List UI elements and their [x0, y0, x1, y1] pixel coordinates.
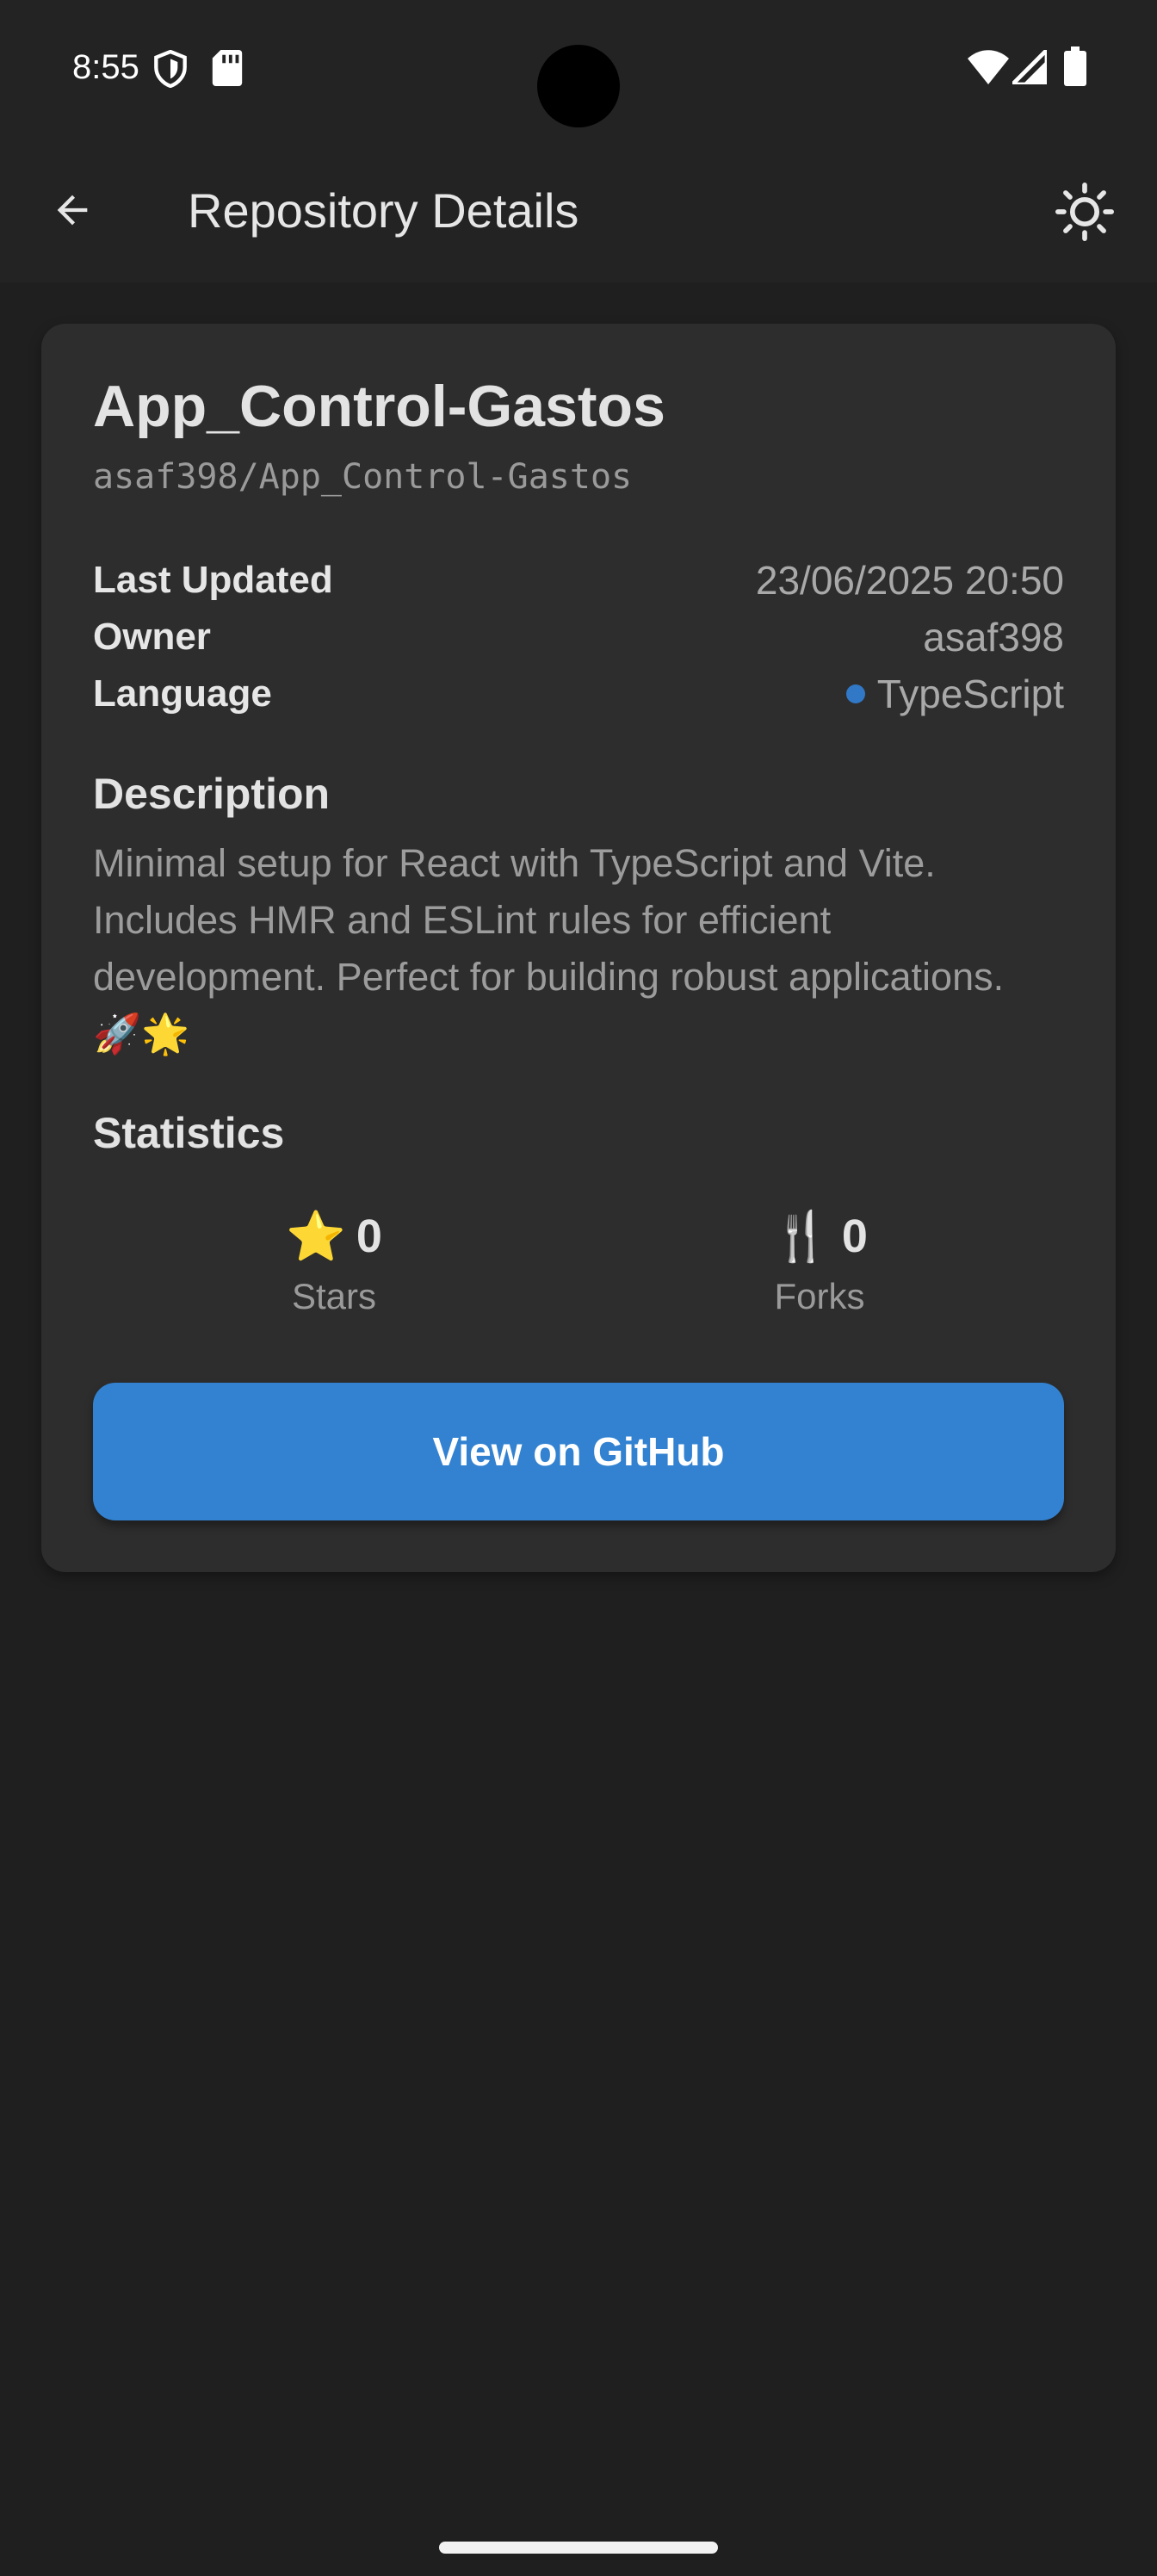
- view-on-github-button[interactable]: View on GitHub: [93, 1383, 1064, 1520]
- arrow-back-icon: [57, 195, 88, 226]
- back-button[interactable]: [31, 174, 114, 246]
- repository-card: App_Control-Gastos asaf398/App_Control-G…: [41, 324, 1116, 1572]
- sd-card-icon: [212, 50, 243, 86]
- page-title: Repository Details: [188, 183, 579, 238]
- last-updated-label: Last Updated: [93, 559, 333, 601]
- top-app-bar: Repository Details: [0, 138, 1157, 282]
- owner-label: Owner: [93, 616, 211, 658]
- language-label: Language: [93, 672, 272, 715]
- language-color-dot: [845, 684, 865, 703]
- repo-description: Minimal setup for React with TypeScript …: [93, 841, 1005, 1056]
- theme-toggle-button[interactable]: [1045, 172, 1124, 251]
- star-icon: ⭐: [286, 1209, 346, 1263]
- wifi-icon: [968, 50, 1009, 84]
- statistics-heading: Statistics: [93, 1109, 285, 1157]
- home-indicator[interactable]: [439, 2542, 718, 2554]
- last-updated-value: 23/06/2025 20:50: [755, 558, 1064, 603]
- language-row: Language TypeScript: [93, 668, 1064, 720]
- repo-full-name: asaf398/App_Control-Gastos: [93, 457, 633, 497]
- language-name: TypeScript: [876, 672, 1064, 716]
- status-bar: 8:55: [0, 0, 1157, 138]
- battery-icon: [1064, 46, 1086, 86]
- sun-icon: [1055, 183, 1114, 241]
- status-time: 8:55: [72, 48, 139, 86]
- last-updated-row: Last Updated 23/06/2025 20:50: [93, 554, 1064, 606]
- forks-stat: 🍴 0 Forks: [690, 1202, 949, 1322]
- fork-icon: 🍴: [771, 1209, 832, 1263]
- forks-count: 0: [841, 1211, 868, 1262]
- forks-label: Forks: [774, 1276, 865, 1316]
- owner-row: Owner asaf398: [93, 611, 1064, 663]
- camera-cutout: [537, 45, 620, 127]
- cell-signal-icon: [1012, 50, 1047, 84]
- stars-label: Stars: [291, 1276, 377, 1316]
- description-heading: Description: [93, 770, 331, 818]
- repo-name: App_Control-Gastos: [93, 374, 665, 439]
- owner-value: asaf398: [923, 615, 1064, 659]
- shield-icon: [154, 50, 187, 88]
- language-value: TypeScript: [845, 668, 1064, 720]
- stars-count: 0: [356, 1211, 382, 1262]
- repository-details-screen: 8:55 Repository Details App_Control-Gast…: [0, 0, 1157, 2576]
- stars-stat: ⭐ 0 Stars: [205, 1202, 463, 1322]
